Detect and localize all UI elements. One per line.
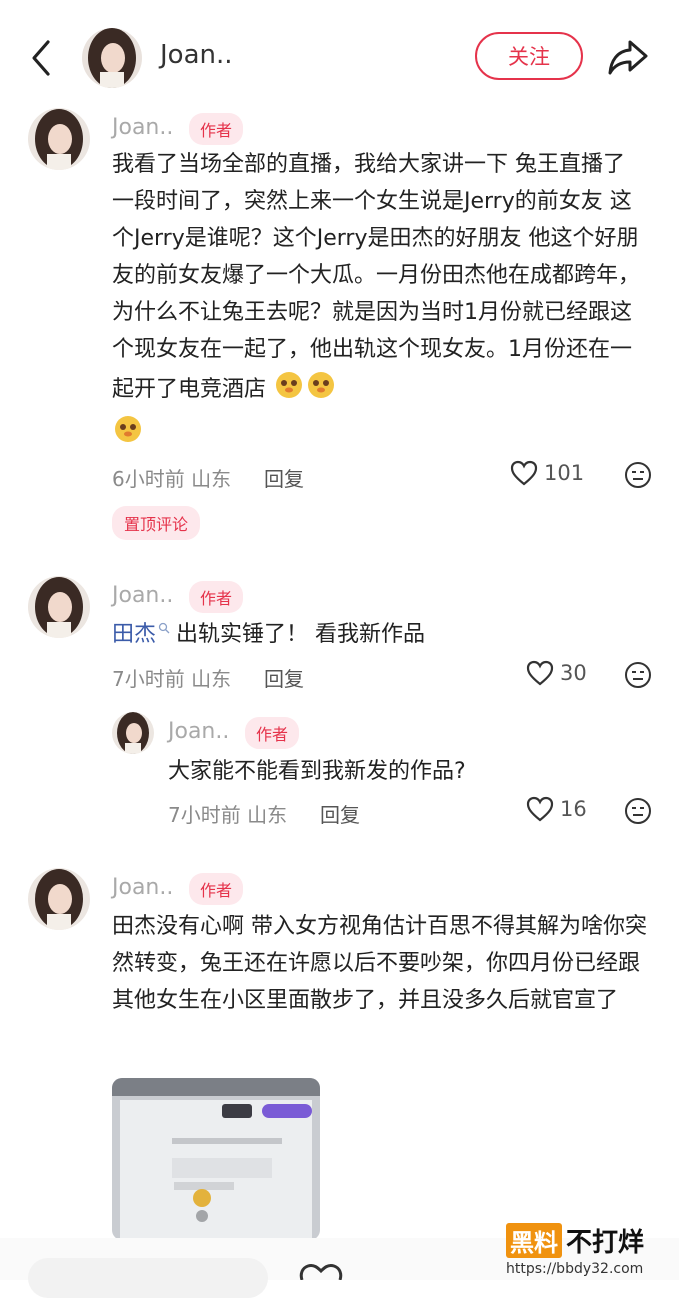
like-count: 16 xyxy=(560,797,587,821)
comment-username[interactable]: Joan.. xyxy=(168,719,229,744)
comment-avatar[interactable] xyxy=(28,108,90,170)
like-count: 30 xyxy=(560,661,587,685)
header-username[interactable]: Joan.. xyxy=(160,40,233,70)
comment-avatar[interactable] xyxy=(28,868,90,930)
author-badge: 作者 xyxy=(189,873,244,905)
reply-button[interactable]: 回复 xyxy=(264,463,304,492)
comment-username[interactable]: Joan.. xyxy=(112,115,173,140)
back-button[interactable] xyxy=(28,38,58,78)
dislike-button[interactable] xyxy=(624,461,652,493)
emoji-icon xyxy=(112,412,144,456)
like-button[interactable]: 101 xyxy=(510,460,584,486)
header-avatar[interactable] xyxy=(82,28,142,88)
heart-icon xyxy=(526,796,554,822)
emoji-icon xyxy=(274,368,338,412)
watermark-url: https://bbdy32.com xyxy=(506,1261,644,1277)
comment-input[interactable] xyxy=(28,1258,268,1298)
comment-image[interactable] xyxy=(112,1078,320,1240)
search-icon xyxy=(158,622,170,634)
pinned-badge: 置顶评论 xyxy=(112,506,201,540)
chevron-left-icon xyxy=(32,40,50,76)
like-button[interactable]: 30 xyxy=(526,660,587,686)
comment-avatar[interactable] xyxy=(28,576,90,638)
heart-icon xyxy=(510,460,538,486)
comment-time-location: 7小时前 山东 xyxy=(168,803,288,827)
comment-text: 我看了当场全部的直播，我给大家讲一下 兔王直播了一段时间了，突然上来一个女生说是… xyxy=(112,146,642,456)
comment-text: 田杰 出轨实锤了！ 看我新作品 xyxy=(112,622,426,647)
reply-button[interactable]: 回复 xyxy=(320,799,360,828)
reply-button[interactable]: 回复 xyxy=(264,663,304,692)
watermark-brand-b: 不打烊 xyxy=(566,1228,645,1258)
follow-button[interactable]: 关注 xyxy=(475,32,583,80)
watermark-brand-a: 黑料 xyxy=(506,1223,562,1258)
heart-icon xyxy=(526,660,554,686)
meh-face-icon xyxy=(625,662,651,688)
watermark: 黑料 不打烊 https://bbdy32.com xyxy=(506,1222,676,1277)
dislike-button[interactable] xyxy=(624,797,652,829)
author-badge: 作者 xyxy=(189,581,244,613)
share-icon xyxy=(608,40,648,75)
meh-face-icon xyxy=(625,462,651,488)
comment-text: 田杰没有心啊 带入女方视角估计百思不得其解为啥你突然转变，兔王还在许愿以后不要吵… xyxy=(112,914,647,1013)
reply-avatar[interactable] xyxy=(112,712,154,754)
comment-username[interactable]: Joan.. xyxy=(112,583,173,608)
comment-time-location: 7小时前 山东 xyxy=(112,667,232,691)
like-count: 101 xyxy=(544,461,585,485)
like-post-button[interactable] xyxy=(298,1262,344,1284)
heart-icon xyxy=(299,1264,343,1281)
comment-text: 大家能不能看到我新发的作品? xyxy=(168,759,466,784)
like-button[interactable]: 16 xyxy=(526,796,587,822)
author-badge: 作者 xyxy=(245,717,300,749)
share-button[interactable] xyxy=(606,36,650,78)
comment-username[interactable]: Joan.. xyxy=(112,875,173,900)
comment-time-location: 6小时前 山东 xyxy=(112,467,232,491)
author-badge: 作者 xyxy=(189,113,244,145)
meh-face-icon xyxy=(625,798,651,824)
dislike-button[interactable] xyxy=(624,661,652,693)
mention-link[interactable]: 田杰 xyxy=(112,622,156,647)
